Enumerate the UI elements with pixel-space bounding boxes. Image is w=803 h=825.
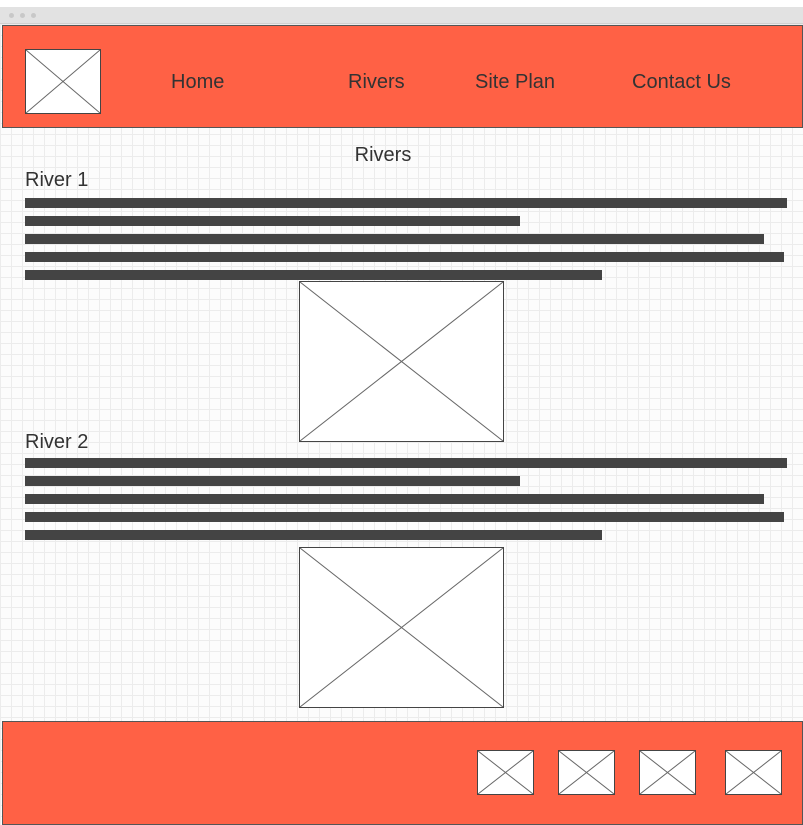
logo-image-placeholder-icon[interactable] — [25, 49, 101, 114]
window-dot — [9, 13, 14, 18]
text-line-placeholder — [25, 494, 764, 504]
section-title-river-1: River 1 — [25, 169, 89, 191]
section-title-river-2: River 2 — [25, 431, 89, 453]
nav-home-link[interactable]: Home — [171, 70, 224, 94]
page-title: Rivers — [354, 144, 412, 166]
text-line-placeholder — [25, 270, 602, 280]
text-line-placeholder — [25, 458, 787, 468]
window-dot — [31, 13, 36, 18]
text-line-placeholder — [25, 512, 784, 522]
footer-icon-2-image-placeholder-icon[interactable] — [558, 750, 615, 795]
text-line-placeholder — [25, 234, 764, 244]
window-dot — [20, 13, 25, 18]
nav-rivers-link[interactable]: Rivers — [348, 70, 405, 94]
text-line-placeholder — [25, 476, 520, 486]
text-line-placeholder — [25, 530, 602, 540]
text-line-placeholder — [25, 198, 787, 208]
nav-site-plan-link[interactable]: Site Plan — [475, 70, 555, 94]
footer-icon-3-image-placeholder-icon[interactable] — [639, 750, 696, 795]
window-titlebar — [0, 7, 803, 24]
river-2-image-placeholder-icon — [299, 547, 504, 708]
nav-contact-us-link[interactable]: Contact Us — [632, 70, 731, 94]
text-line-placeholder — [25, 216, 520, 226]
footer-icon-1-image-placeholder-icon[interactable] — [477, 750, 534, 795]
footer-icon-4-image-placeholder-icon[interactable] — [725, 750, 782, 795]
river-1-image-placeholder-icon — [299, 281, 504, 442]
text-line-placeholder — [25, 252, 784, 262]
